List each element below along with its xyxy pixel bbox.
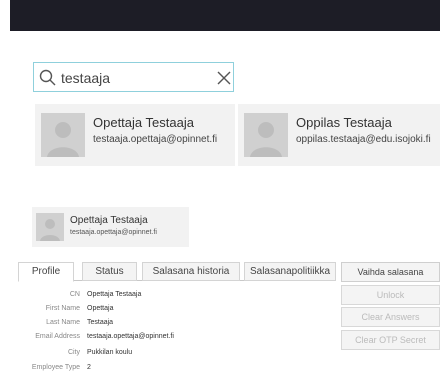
profile-row-cn: CN Opettaja Testaaja <box>0 291 330 301</box>
unlock-button[interactable]: Unlock <box>341 285 440 305</box>
profile-row-employee-type: Employee Type 2 <box>0 364 330 374</box>
close-icon[interactable] <box>214 68 234 88</box>
clear-answers-button[interactable]: Clear Answers <box>341 307 440 327</box>
field-label: City <box>67 349 80 356</box>
selected-user-name: Opettaja Testaaja <box>70 215 148 226</box>
search-result-card[interactable]: Oppilas Testaaja oppilas.testaaja@edu.is… <box>238 104 440 166</box>
field-value: 2 <box>87 364 91 371</box>
field-label: Email Address <box>35 333 80 340</box>
field-label: Employee Type <box>31 364 80 371</box>
selected-user-email: testaaja.opettaja@opinnet.fi <box>70 229 157 236</box>
result-name: Oppilas Testaaja <box>296 115 392 130</box>
search-box[interactable] <box>33 62 234 92</box>
clear-otp-secret-button[interactable]: Clear OTP Secret <box>341 330 440 350</box>
field-label: CN <box>69 291 80 298</box>
field-label: Last Name <box>46 319 80 326</box>
tab-profile[interactable]: Profile <box>18 262 74 282</box>
field-value: testaaja.opettaja@opinnet.fi <box>87 333 174 340</box>
selected-user-header: Opettaja Testaaja testaaja.opettaja@opin… <box>32 207 189 247</box>
tab-password-history[interactable]: Salasana historia <box>142 262 240 281</box>
profile-tabs: Profile Status Salasana historia Salasan… <box>18 262 336 282</box>
profile-row-city: City Pukkilan koulu <box>0 349 330 359</box>
tab-password-policy[interactable]: Salasanapolitiikka <box>244 262 336 281</box>
result-name: Opettaja Testaaja <box>93 115 194 130</box>
search-input[interactable] <box>61 67 211 88</box>
result-email: oppilas.testaaja@edu.isojoki.fi <box>296 134 431 145</box>
top-bar <box>10 0 440 31</box>
result-email: testaaja.opettaja@opinnet.fi <box>93 134 218 145</box>
profile-row-first-name: First Name Opettaja <box>0 305 330 315</box>
field-value: Testaaja <box>87 319 114 326</box>
field-label: First Name <box>45 305 80 312</box>
search-result-card[interactable]: Opettaja Testaaja testaaja.opettaja@opin… <box>35 104 235 166</box>
avatar <box>41 113 85 157</box>
avatar <box>36 213 64 241</box>
field-value: Opettaja <box>87 305 114 312</box>
profile-row-email: Email Address testaaja.opettaja@opinnet.… <box>0 333 330 343</box>
avatar <box>244 113 288 157</box>
person-silhouette-icon <box>40 219 60 241</box>
person-silhouette-icon <box>47 122 79 157</box>
change-password-button[interactable]: Vaihda salasana <box>341 262 440 282</box>
field-value: Opettaja Testaaja <box>87 291 142 298</box>
tab-status[interactable]: Status <box>82 262 137 281</box>
person-silhouette-icon <box>250 122 282 157</box>
field-value: Pukkilan koulu <box>87 349 133 356</box>
search-icon <box>39 69 56 86</box>
profile-row-last-name: Last Name Testaaja <box>0 319 330 329</box>
